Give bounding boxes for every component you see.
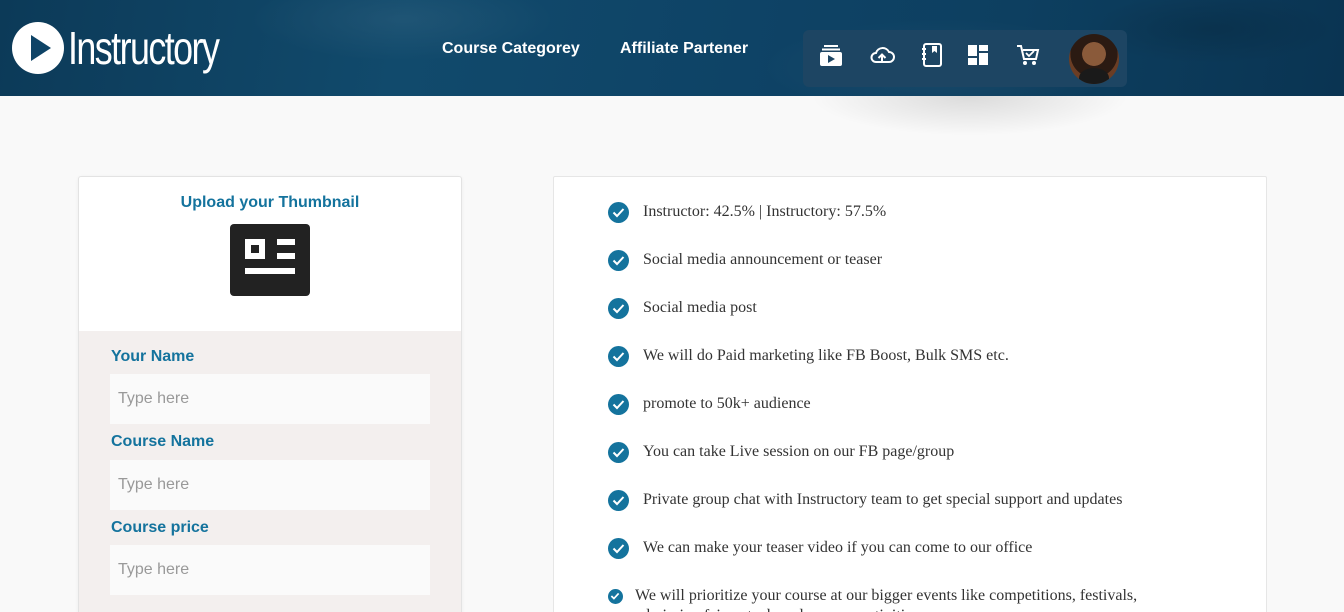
check-circle-icon [608, 589, 623, 604]
benefit-item: promote to 50k+ audience [608, 394, 1203, 415]
course-price-input[interactable]: Type here [110, 545, 430, 595]
benefit-text: Private group chat with Instructory team… [643, 491, 1123, 508]
cart-icon[interactable] [1015, 42, 1041, 68]
play-logo-icon [12, 22, 64, 74]
thumbnail-upload-icon[interactable] [230, 224, 310, 296]
benefit-item: You can take Live session on our FB page… [608, 442, 1203, 463]
benefit-text: Social media post [643, 299, 757, 316]
your-name-input[interactable]: Type here [110, 374, 430, 424]
brand-logo[interactable]: Instructory [12, 22, 261, 74]
benefit-text: Instructor: 42.5% | Instructory: 57.5% [643, 203, 887, 220]
user-toolbar [803, 30, 1127, 87]
check-circle-icon [608, 442, 629, 463]
benefit-item: Social media announcement or teaser [608, 250, 1203, 271]
upload-thumbnail-title: Upload your Thumbnail [180, 194, 360, 211]
check-circle-icon [608, 202, 629, 223]
check-circle-icon [608, 490, 629, 511]
check-circle-icon [608, 250, 629, 271]
benefit-item: Private group chat with Instructory team… [608, 490, 1203, 511]
your-name-label: Your Name [111, 348, 195, 365]
video-library-icon[interactable] [818, 42, 844, 68]
course-name-label: Course Name [111, 433, 215, 450]
benefit-text: You can take Live session on our FB page… [643, 443, 955, 460]
toolbar-shadow [810, 96, 1130, 136]
form-fields: Your Name Type here Course Name Type her… [79, 331, 461, 612]
brand-name: Instructory [68, 22, 220, 74]
benefit-item: We will prioritize your course at our bi… [608, 586, 1205, 612]
benefit-text: We can make your teaser video if you can… [643, 539, 1033, 556]
check-circle-icon [608, 346, 629, 367]
benefit-item: Social media post [608, 298, 1203, 319]
course-form-card: Upload your Thumbnail Your Name Type her… [78, 176, 462, 612]
check-circle-icon [608, 538, 629, 559]
nav-affiliate-partner[interactable]: Affiliate Partener [620, 40, 748, 58]
course-price-label: Course price [111, 519, 209, 536]
benefit-item: We can make your teaser video if you can… [608, 538, 1203, 559]
cloud-upload-icon[interactable] [869, 42, 895, 68]
benefit-text: promote to 50k+ audience [643, 395, 811, 412]
benefit-text: Social media announcement or teaser [643, 251, 883, 268]
notebook-icon[interactable] [919, 42, 945, 68]
dashboard-icon[interactable] [965, 42, 991, 68]
course-name-input[interactable]: Type here [110, 460, 430, 510]
benefit-text: We will prioritize your course at our bi… [635, 587, 1138, 612]
benefits-card: Instructor: 42.5% | Instructory: 57.5% S… [553, 176, 1267, 612]
benefit-item: We will do Paid marketing like FB Boost,… [608, 346, 1203, 367]
user-avatar[interactable] [1069, 34, 1119, 84]
nav-course-category[interactable]: Course Categorey [442, 40, 580, 58]
check-circle-icon [608, 298, 629, 319]
check-circle-icon [608, 394, 629, 415]
benefit-item: Instructor: 42.5% | Instructory: 57.5% [608, 202, 1203, 223]
top-header: Instructory Course Categorey Affiliate P… [0, 0, 1344, 96]
benefit-text: We will do Paid marketing like FB Boost,… [643, 347, 1009, 364]
